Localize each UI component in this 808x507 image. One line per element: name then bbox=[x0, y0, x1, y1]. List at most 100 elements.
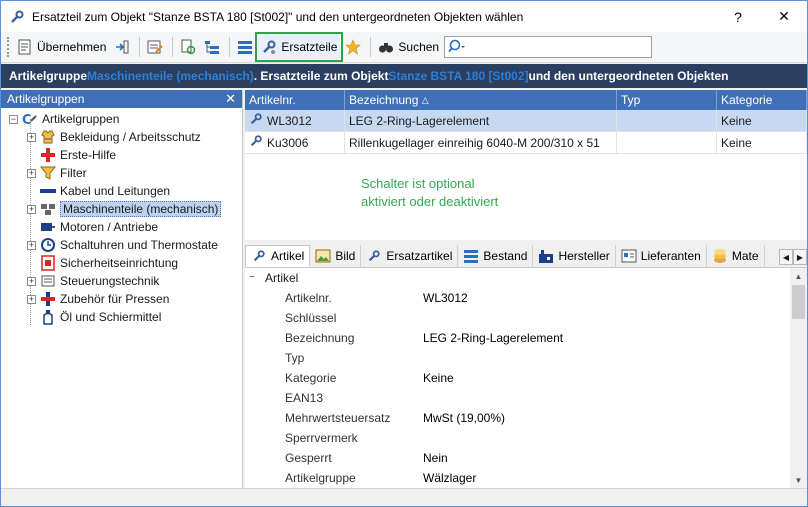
expand-icon[interactable]: + bbox=[27, 168, 36, 178]
stock-icon bbox=[463, 248, 479, 264]
press-accessory-icon bbox=[40, 291, 56, 307]
property-row[interactable]: Artikelgruppe Wälzlager bbox=[245, 468, 807, 488]
scroll-down-icon[interactable]: ▼ bbox=[790, 472, 807, 488]
annotation-line: Schalter ist optional bbox=[361, 176, 475, 191]
cable-icon bbox=[40, 183, 56, 199]
property-scrollbar[interactable]: ▲ ▼ bbox=[790, 268, 807, 488]
tab-material[interactable]: Mate bbox=[707, 245, 765, 267]
tab-scroll-right-icon[interactable]: ▶ bbox=[793, 249, 807, 265]
tree-item-kabel[interactable]: Kabel und Leitungen bbox=[1, 182, 242, 200]
close-button[interactable]: ✕ bbox=[761, 1, 807, 32]
property-group[interactable]: − Artikel bbox=[245, 268, 807, 288]
tab-lieferanten[interactable]: Lieferanten bbox=[616, 245, 707, 267]
tree-item-label: Bekleidung / Arbeitsschutz bbox=[60, 130, 201, 144]
collapse-icon[interactable]: − bbox=[9, 114, 18, 124]
tree-item-erste-hilfe[interactable]: Erste-Hilfe bbox=[1, 146, 242, 164]
spare-part-icon bbox=[249, 112, 263, 129]
expand-icon[interactable]: + bbox=[27, 204, 36, 214]
grid-header: Artikelnr. Bezeichnung △ Typ Kategorie bbox=[245, 90, 807, 110]
collapse-icon[interactable]: − bbox=[249, 272, 258, 283]
property-row[interactable]: Bezeichnung LEG 2-Ring-Lagerelement bbox=[245, 328, 807, 348]
edit-form-icon bbox=[147, 39, 164, 55]
property-value: MwSt (19,00%) bbox=[423, 411, 506, 425]
scroll-up-icon[interactable]: ▲ bbox=[790, 268, 807, 284]
list-icon bbox=[237, 39, 253, 55]
detail-tabs: Artikel Bild Ersatzartikel Bestand Herst… bbox=[245, 245, 807, 268]
uebernehmen-label: Übernehmen bbox=[37, 40, 107, 54]
article-group-panel: Artikelgruppen ✕ − C Artikelgruppen + Be… bbox=[1, 90, 243, 488]
tree-item-oel[interactable]: Öl und Schiermittel bbox=[1, 308, 242, 326]
panel-close-button[interactable]: ✕ bbox=[225, 91, 236, 107]
tree-item-steuerung[interactable]: + Steuerungstechnik bbox=[1, 272, 242, 290]
edit-button[interactable] bbox=[144, 35, 166, 59]
property-row[interactable]: Mehrwertsteuersatz MwSt (19,00%) bbox=[245, 408, 807, 428]
tree-item-zubehoer[interactable]: + Zubehör für Pressen bbox=[1, 290, 242, 308]
scrollbar-thumb[interactable] bbox=[792, 285, 805, 319]
cell-kategorie: Keine bbox=[717, 110, 807, 131]
property-key: Mehrwertsteuersatz bbox=[285, 411, 391, 425]
column-header-kategorie[interactable]: Kategorie bbox=[717, 90, 807, 110]
tree-item-maschinenteile[interactable]: + Maschinenteile (mechanisch) bbox=[1, 200, 242, 218]
expand-icon[interactable]: + bbox=[27, 240, 36, 250]
suchen-button[interactable]: Suchen bbox=[375, 35, 442, 59]
ersatzteile-toggle[interactable]: Ersatzteile bbox=[255, 32, 344, 62]
tree-view-button[interactable] bbox=[201, 35, 223, 59]
expand-icon[interactable]: + bbox=[27, 276, 36, 286]
safety-vest-icon bbox=[40, 129, 56, 145]
expand-icon[interactable]: + bbox=[27, 132, 36, 142]
tree-item-motoren[interactable]: Motoren / Antriebe bbox=[1, 218, 242, 236]
property-row[interactable]: Kategorie Keine bbox=[245, 368, 807, 388]
timer-switch-icon bbox=[40, 237, 56, 253]
favorites-button[interactable] bbox=[342, 35, 364, 59]
property-key: Artikelnr. bbox=[285, 291, 332, 305]
tree-item-schaltuhren[interactable]: + Schaltuhren und Thermostate bbox=[1, 236, 242, 254]
import-button[interactable] bbox=[111, 35, 133, 59]
toolbar-grip[interactable] bbox=[7, 37, 10, 57]
expand-icon[interactable]: + bbox=[27, 294, 36, 304]
tree-item-filter[interactable]: + Filter bbox=[1, 164, 242, 182]
property-row[interactable]: Artikelnr. WL3012 bbox=[245, 288, 807, 308]
table-row[interactable]: WL3012 LEG 2-Ring-Lagerelement Keine bbox=[245, 110, 807, 132]
tab-hersteller[interactable]: Hersteller bbox=[533, 245, 616, 267]
tree-root[interactable]: − C Artikelgruppen bbox=[1, 110, 242, 128]
control-icon bbox=[40, 273, 56, 289]
property-key: Artikelgruppe bbox=[285, 471, 356, 485]
table-row[interactable]: Ku3006 Rillenkugellager einreihig 6040-M… bbox=[245, 132, 807, 154]
column-header-typ[interactable]: Typ bbox=[617, 90, 717, 110]
oil-bottle-icon bbox=[40, 309, 56, 325]
property-row[interactable]: Sperrvermerk bbox=[245, 428, 807, 448]
property-key: Schlüssel bbox=[285, 311, 337, 325]
tab-bestand[interactable]: Bestand bbox=[458, 245, 534, 267]
tab-scroll-left-icon[interactable]: ◀ bbox=[779, 249, 793, 265]
cell-typ bbox=[617, 110, 717, 131]
refresh-button[interactable] bbox=[177, 35, 199, 59]
column-header-bezeichnung[interactable]: Bezeichnung △ bbox=[345, 90, 617, 110]
cell-typ bbox=[617, 132, 717, 153]
column-header-artikelnr[interactable]: Artikelnr. bbox=[245, 90, 345, 110]
toolbar: Übernehmen Ersatzteile Suchen bbox=[1, 32, 807, 63]
property-row[interactable]: Gesperrt Nein bbox=[245, 448, 807, 468]
property-row[interactable]: EAN13 bbox=[245, 388, 807, 408]
property-row[interactable]: Schlüssel bbox=[245, 308, 807, 328]
property-key: Kategorie bbox=[285, 371, 337, 385]
first-aid-icon bbox=[40, 147, 56, 163]
tab-artikel[interactable]: Artikel bbox=[245, 245, 311, 267]
tab-bild[interactable]: Bild bbox=[310, 245, 362, 267]
list-view-button[interactable] bbox=[234, 35, 256, 59]
toolbar-separator bbox=[229, 37, 231, 57]
panel-title: Artikelgruppen bbox=[7, 92, 85, 106]
tree-item-label: Schaltuhren und Thermostate bbox=[60, 238, 218, 252]
property-grid: − Artikel Artikelnr. WL3012 Schlüssel Bez… bbox=[245, 268, 807, 488]
search-input[interactable] bbox=[444, 36, 653, 58]
panel-header: Artikelgruppen ✕ bbox=[1, 90, 242, 108]
help-button[interactable]: ? bbox=[715, 1, 761, 32]
context-header: Artikelgruppe Maschinenteile (mechanisch… bbox=[1, 64, 807, 88]
property-row[interactable]: Typ bbox=[245, 348, 807, 368]
ersatzteile-label: Ersatzteile bbox=[281, 40, 338, 54]
tree-item-sicherheit[interactable]: Sicherheitseinrichtung bbox=[1, 254, 242, 272]
uebernehmen-button[interactable]: Übernehmen bbox=[14, 35, 109, 59]
tab-ersatzartikel[interactable]: Ersatzartikel bbox=[361, 245, 459, 267]
property-group-label: Artikel bbox=[265, 271, 299, 285]
tree-item-label: Öl und Schiermittel bbox=[60, 310, 162, 324]
tree-item-bekleidung[interactable]: + Bekleidung / Arbeitsschutz bbox=[1, 128, 242, 146]
